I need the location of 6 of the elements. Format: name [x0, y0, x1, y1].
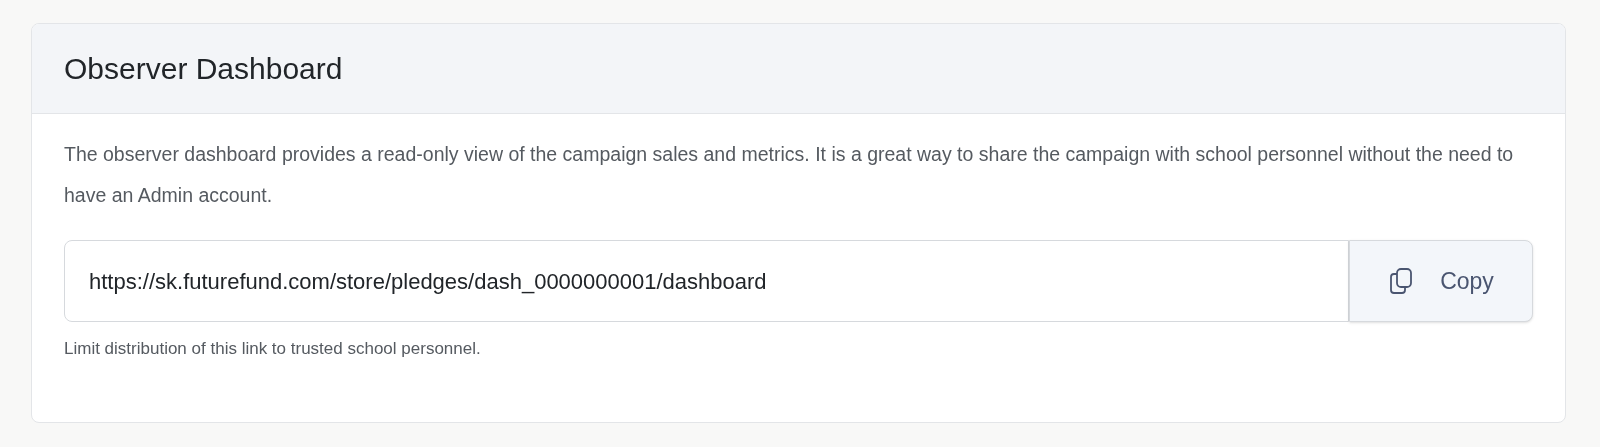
copy-button[interactable]: Copy — [1349, 240, 1533, 322]
link-field[interactable]: https://sk.futurefund.com/store/pledges/dash_0000000001/dashboard — [64, 240, 1349, 322]
help-text: Limit distribution of this link to trusted school personnel. — [64, 338, 482, 360]
copy-icon — [1388, 267, 1415, 295]
card-title: Observer Dashboard — [64, 51, 343, 87]
description-text: The observer dashboard provides a read-only view of the campaign sales and metrics. It is a great way to share the campaign with school personnel without the need to have an Admin account. — [64, 142, 1515, 208]
